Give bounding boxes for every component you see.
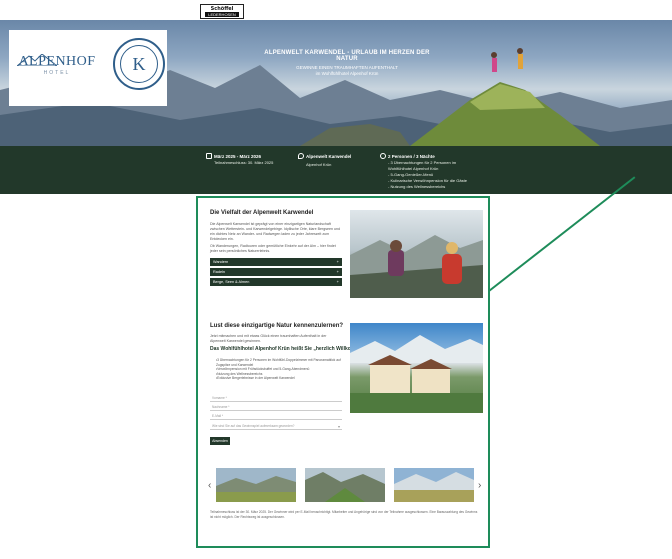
brand-logo[interactable]: Schöffel LEDERHOSEN xyxy=(200,4,244,19)
alpenhof-logo: ALPENHOF HOTEL xyxy=(17,54,97,76)
section1-text1: Die Alpenwelt Karwendel ist geprägt von … xyxy=(210,222,340,241)
last-name-field[interactable]: Nachname * xyxy=(210,404,342,411)
accordion-item-hiking[interactable]: Wandern xyxy=(210,258,342,266)
hikers-illustration xyxy=(350,235,483,298)
hero-subline2: im Wohlfühlhotel Alpenhof Krün xyxy=(315,71,379,76)
gallery-image[interactable] xyxy=(305,468,385,502)
info-date-title: März 2025 - März 2026 xyxy=(214,154,262,159)
hotel-logo-box[interactable]: ALPENHOF HOTEL K xyxy=(9,30,167,106)
accordion-item-mountains[interactable]: Berge, Seen & Almen xyxy=(210,278,342,286)
info-people-list: 3 Übernachtungen für 2 Personen im Wohlf… xyxy=(380,160,472,190)
prize-list: 3 Übernachtungen für 2 Personen im Wohlf… xyxy=(216,358,342,381)
gallery-image[interactable] xyxy=(394,468,474,502)
info-date: März 2025 - März 2026 Teilnahmeschluss: … xyxy=(206,153,286,166)
section2-title: Lust diese einzigartige Natur kennenzule… xyxy=(210,323,344,329)
chevron-right-icon[interactable]: › xyxy=(478,480,481,491)
accordion-item-cycling[interactable]: Radeln xyxy=(210,268,342,276)
location-pin-icon xyxy=(298,153,304,159)
mountain-icon xyxy=(17,54,57,66)
info-date-sub: Teilnahmeschluss: 30. März 2025 xyxy=(214,160,274,165)
content-card: Die Vielfalt der Alpenwelt Karwendel Die… xyxy=(196,196,490,548)
gallery-illustration xyxy=(216,468,296,502)
info-people: 2 Personen / 3 Nächte 3 Übernachtungen f… xyxy=(380,153,472,190)
hero-headline: ALPENWELT KARWENDEL - URLAUB IM HERZEN D… xyxy=(264,50,430,62)
alpenhof-sub: HOTEL xyxy=(43,70,71,76)
section1-title: Die Vielfalt der Alpenwelt Karwendel xyxy=(210,210,314,216)
gallery-illustration xyxy=(305,468,385,502)
info-place-sub: Alpenhof Krün xyxy=(306,162,332,167)
karwendel-seal: K xyxy=(113,38,165,90)
info-bar: März 2025 - März 2026 Teilnahmeschluss: … xyxy=(0,146,672,194)
hero-text: ALPENWELT KARWENDEL - URLAUB IM HERZEN D… xyxy=(262,50,432,76)
footer-terms: Teilnahmeschluss ist der 30. März 2025. … xyxy=(210,510,478,519)
first-name-field[interactable]: Vorname * xyxy=(210,395,342,402)
gallery-image[interactable] xyxy=(216,468,296,502)
seal-letter: K xyxy=(120,45,158,83)
info-place-title: Alpenwelt Karwendel xyxy=(306,154,352,159)
hero-subline1: GEWINNE EINEN TRAUMHAFTEN AUFENTHALT xyxy=(296,65,398,70)
chevron-left-icon[interactable]: ‹ xyxy=(208,480,211,491)
submit-button[interactable]: Absenden xyxy=(210,437,230,445)
email-field[interactable]: E-Mail * xyxy=(210,413,342,420)
section2-intro: Jetzt mitmachen und mit etwas Glück eine… xyxy=(210,334,327,343)
hotel-illustration xyxy=(350,335,483,413)
people-icon xyxy=(380,153,386,159)
hotel-photo xyxy=(350,323,483,413)
info-place: Alpenwelt Karwendel Alpenhof Krün xyxy=(298,153,368,168)
brand-logo-line2: LEDERHOSEN xyxy=(205,12,239,17)
info-people-title: 2 Personen / 3 Nächte xyxy=(388,154,435,159)
hikers-photo xyxy=(350,210,483,298)
gallery-illustration xyxy=(394,468,474,502)
prize-item: 3 Übernachtungen für 2 Personen im Wohlf… xyxy=(216,358,342,367)
hero-banner: ALPENHOF HOTEL K ALPENWELT KARWENDEL - U… xyxy=(0,20,672,146)
calendar-icon xyxy=(206,153,212,159)
source-select[interactable]: Wie sind Sie auf das Gewinnspiel aufmerk… xyxy=(210,423,342,430)
section1-text2: Ob Wanderungen, Radtouren oder gemütlich… xyxy=(210,244,336,253)
prize-item: Exklusive Bergerlebnisse in der Alpenwel… xyxy=(216,376,342,381)
photo-gallery xyxy=(216,468,474,502)
info-people-item: Nutzung des Wellnessbereichs xyxy=(388,184,472,190)
info-people-item: 3 Übernachtungen für 2 Personen im Wohlf… xyxy=(388,160,472,172)
